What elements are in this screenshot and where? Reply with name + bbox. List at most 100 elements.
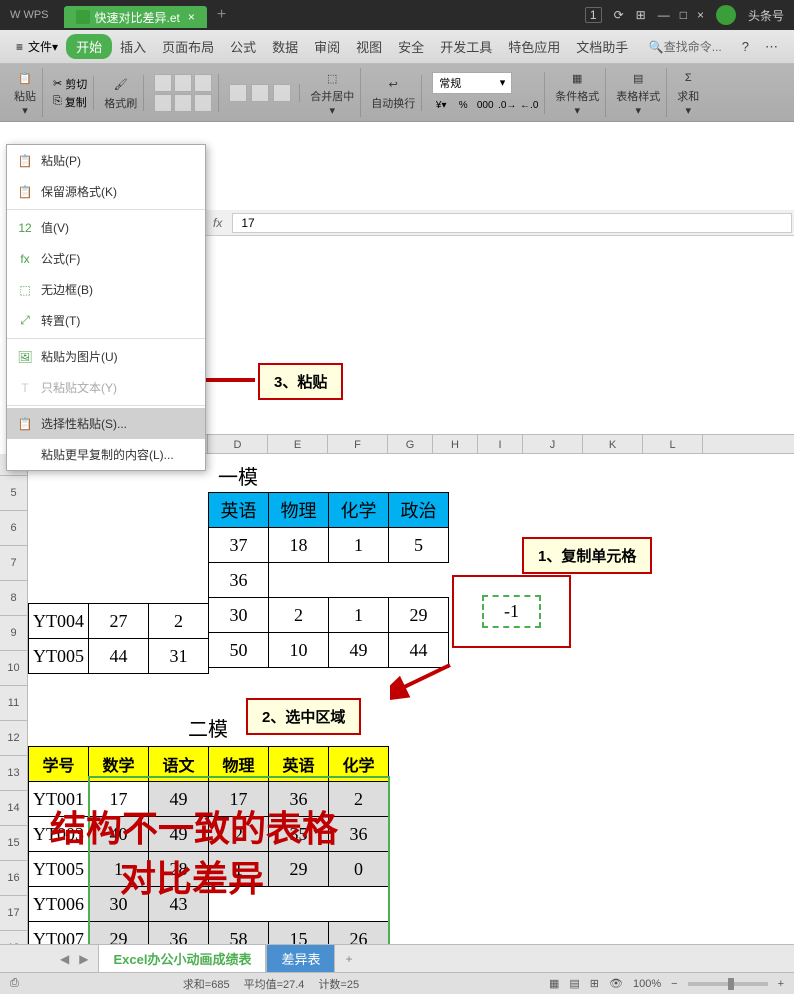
fx-icon[interactable]: fx: [205, 216, 230, 230]
row-header[interactable]: 15: [0, 826, 27, 861]
zoom-in-icon[interactable]: +: [778, 978, 784, 990]
command-search[interactable]: 🔍 查找命令...: [649, 38, 722, 55]
col-header[interactable]: I: [478, 435, 523, 453]
tab-nav-prev[interactable]: ◀: [60, 952, 69, 966]
col-header[interactable]: L: [643, 435, 703, 453]
eye-icon[interactable]: 👁: [609, 977, 623, 990]
paste-option-special[interactable]: 📋选择性粘贴(S)...: [7, 408, 205, 439]
menu-special[interactable]: 特色应用: [500, 37, 568, 56]
close-window-icon[interactable]: ×: [697, 8, 704, 22]
th[interactable]: 政治: [389, 493, 449, 528]
row-header[interactable]: 16: [0, 861, 27, 896]
cond-format-button[interactable]: ▦ 条件格式▾: [555, 68, 599, 117]
row-header[interactable]: 7: [0, 546, 27, 581]
zoom-out-icon[interactable]: −: [671, 978, 677, 990]
row-header[interactable]: 13: [0, 756, 27, 791]
copy-button[interactable]: ⎘复制: [53, 94, 87, 110]
table-style-button[interactable]: ▤ 表格样式▾: [616, 68, 660, 117]
menu-devtools[interactable]: 开发工具: [432, 37, 500, 56]
row-header[interactable]: 10: [0, 651, 27, 686]
decimal-dec-icon[interactable]: ←.0: [520, 98, 538, 114]
paste-option-earlier[interactable]: 粘贴更早复制的内容(L)...: [7, 439, 205, 470]
row-header[interactable]: 5: [0, 476, 27, 511]
hamburger-icon[interactable]: ≡文件 ▾: [8, 38, 66, 55]
status-mode-icon[interactable]: ⎙: [10, 977, 19, 990]
decimal-inc-icon[interactable]: .0→: [498, 98, 516, 114]
col-header[interactable]: D: [208, 435, 268, 453]
maximize-icon[interactable]: □: [680, 8, 687, 22]
formula-input[interactable]: 17: [232, 213, 792, 233]
view-break-icon[interactable]: ⊞: [590, 977, 599, 990]
add-tab-button[interactable]: +: [217, 6, 226, 24]
menu-review[interactable]: 审阅: [306, 37, 348, 56]
merge-icon: ⬚: [322, 68, 342, 88]
sync-icon[interactable]: ⟳: [614, 8, 624, 22]
menu-doc-helper[interactable]: 文档助手: [568, 37, 636, 56]
th[interactable]: 英语: [209, 493, 269, 528]
minimize-icon[interactable]: —: [658, 8, 670, 22]
align-top-left[interactable]: [154, 74, 172, 92]
more-icon[interactable]: ⋯: [757, 39, 786, 55]
add-sheet-button[interactable]: +: [335, 952, 362, 966]
paste-option-values[interactable]: 12值(V): [7, 212, 205, 243]
row-header[interactable]: 8: [0, 581, 27, 616]
percent-icon[interactable]: %: [454, 98, 472, 114]
paste-option-formulas[interactable]: fx公式(F): [7, 243, 205, 274]
help-button[interactable]: ?: [734, 39, 757, 54]
col-header[interactable]: K: [583, 435, 643, 453]
align-top-right[interactable]: [194, 74, 212, 92]
cut-button[interactable]: ✂剪切: [53, 76, 87, 92]
col-header[interactable]: F: [328, 435, 388, 453]
menu-start[interactable]: 开始: [66, 34, 112, 59]
close-icon[interactable]: ×: [188, 10, 195, 24]
menu-formula[interactable]: 公式: [222, 37, 264, 56]
view-normal-icon[interactable]: ▦: [549, 977, 559, 990]
row-header[interactable]: 12: [0, 721, 27, 756]
view-page-icon[interactable]: ▤: [569, 977, 579, 990]
paste-option-as-picture[interactable]: 🖼粘贴为图片(U): [7, 341, 205, 372]
format-painter-button[interactable]: 🖌 格式刷: [104, 75, 137, 111]
tab-nav-next[interactable]: ▶: [79, 952, 88, 966]
sum-button[interactable]: Σ 求和▾: [677, 68, 699, 117]
zoom-level[interactable]: 100%: [633, 978, 661, 990]
row-header[interactable]: 6: [0, 511, 27, 546]
align-mid-left[interactable]: [154, 94, 172, 112]
col-header[interactable]: E: [268, 435, 328, 453]
sheet-tab-active[interactable]: Excel办公小动画成绩表: [98, 944, 266, 974]
sheet-tab-diff[interactable]: 差异表: [266, 944, 335, 973]
merge-center-button[interactable]: ⬚ 合并居中▾: [310, 68, 354, 117]
auto-wrap-button[interactable]: ↩ 自动换行: [371, 75, 415, 111]
user-avatar[interactable]: [716, 5, 736, 25]
indent-increase[interactable]: [251, 84, 269, 102]
zoom-slider[interactable]: [688, 982, 768, 986]
th[interactable]: 化学: [329, 493, 389, 528]
menu-data[interactable]: 数据: [264, 37, 306, 56]
col-header[interactable]: J: [523, 435, 583, 453]
orientation[interactable]: [273, 84, 291, 102]
paste-button[interactable]: 📋 粘贴 ▾: [14, 68, 36, 117]
paste-option-transpose[interactable]: ⤢转置(T): [7, 305, 205, 336]
align-top-center[interactable]: [174, 74, 192, 92]
paste-option-no-border[interactable]: ⬚无边框(B): [7, 274, 205, 305]
indent-decrease[interactable]: [229, 84, 247, 102]
row-header[interactable]: 17: [0, 896, 27, 931]
align-mid-right[interactable]: [194, 94, 212, 112]
currency-icon[interactable]: ¥▾: [432, 98, 450, 114]
menu-page-layout[interactable]: 页面布局: [154, 37, 222, 56]
paste-option-keep-source[interactable]: 📋保留源格式(K): [7, 176, 205, 207]
col-header[interactable]: H: [433, 435, 478, 453]
menu-view[interactable]: 视图: [348, 37, 390, 56]
row-header[interactable]: 11: [0, 686, 27, 721]
th[interactable]: 物理: [269, 493, 329, 528]
col-header[interactable]: G: [388, 435, 433, 453]
row-header[interactable]: 14: [0, 791, 27, 826]
align-mid-center[interactable]: [174, 94, 192, 112]
paste-option-paste[interactable]: 📋粘贴(P): [7, 145, 205, 176]
number-format-select[interactable]: 常规▾: [432, 72, 512, 94]
document-tab[interactable]: 快速对比差异.et ×: [64, 6, 207, 28]
menu-insert[interactable]: 插入: [112, 37, 154, 56]
menu-security[interactable]: 安全: [390, 37, 432, 56]
row-header[interactable]: 9: [0, 616, 27, 651]
grid-icon[interactable]: ⊞: [636, 8, 646, 22]
comma-icon[interactable]: 000: [476, 98, 494, 114]
